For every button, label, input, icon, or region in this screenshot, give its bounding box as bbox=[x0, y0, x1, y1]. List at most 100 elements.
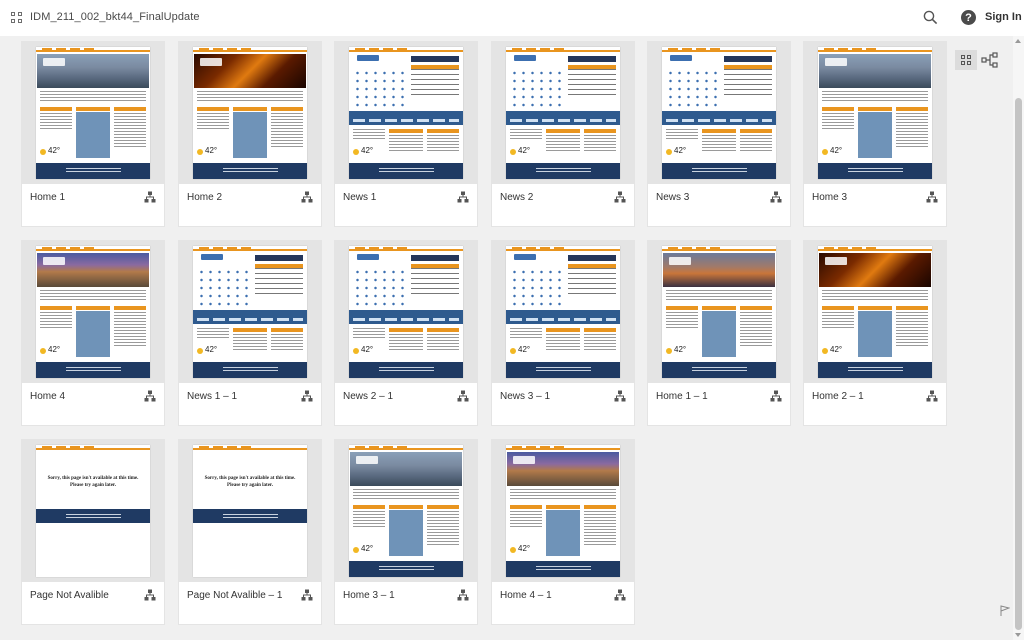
thumb-heading bbox=[427, 328, 459, 332]
flow-icon[interactable] bbox=[614, 390, 626, 402]
flow-icon[interactable] bbox=[457, 589, 469, 601]
artboard-thumbnail-area[interactable]: 42° bbox=[648, 241, 790, 383]
grid-view-icon[interactable] bbox=[955, 50, 977, 70]
feedback-flag-icon[interactable] bbox=[1000, 605, 1010, 617]
artboard-thumbnail[interactable]: 42° bbox=[506, 445, 620, 577]
artboard-card[interactable]: 42° Home 2 bbox=[179, 42, 321, 226]
flow-icon[interactable] bbox=[301, 390, 313, 402]
artboard-thumbnail[interactable]: 42° bbox=[349, 246, 463, 378]
thumb-footer bbox=[193, 509, 307, 523]
flow-icon[interactable] bbox=[926, 390, 938, 402]
flow-icon[interactable] bbox=[144, 390, 156, 402]
scroll-down-arrow-icon[interactable] bbox=[1015, 633, 1021, 637]
artboard-thumbnail[interactable]: 42° bbox=[662, 246, 776, 378]
artboard-thumbnail-area[interactable]: 42° bbox=[335, 440, 477, 582]
artboard-thumbnail-area[interactable]: 42° bbox=[804, 241, 946, 383]
artboard-thumbnail[interactable]: 42° bbox=[36, 246, 150, 378]
flow-icon[interactable] bbox=[301, 191, 313, 203]
thumb-temperature: 42° bbox=[674, 345, 687, 354]
flow-view-icon[interactable] bbox=[981, 52, 999, 68]
thumb-footer bbox=[506, 362, 620, 378]
thumb-weather-icon bbox=[197, 149, 203, 155]
flow-icon[interactable] bbox=[614, 589, 626, 601]
artboard-thumbnail[interactable]: 42° bbox=[349, 47, 463, 179]
artboard-card[interactable]: 42° News 3 bbox=[648, 42, 790, 226]
artboard-thumbnail-area[interactable]: 42° bbox=[492, 440, 634, 582]
flow-icon[interactable] bbox=[770, 390, 782, 402]
artboard-label: Home 2 – 1 bbox=[812, 391, 864, 402]
artboard-thumbnail-area[interactable]: 42° bbox=[22, 241, 164, 383]
vertical-scrollbar[interactable] bbox=[1013, 36, 1024, 640]
artboard-thumbnail-area[interactable]: 42° bbox=[804, 42, 946, 184]
artboard-card[interactable]: 42° News 3 – 1 bbox=[492, 241, 634, 425]
flow-icon[interactable] bbox=[457, 390, 469, 402]
artboard-card[interactable]: 42° Home 1 – 1 bbox=[648, 241, 790, 425]
thumb-heading bbox=[740, 306, 772, 310]
artboard-thumbnail-area[interactable]: 42° bbox=[179, 241, 321, 383]
flow-icon[interactable] bbox=[614, 191, 626, 203]
artboard-thumbnail[interactable]: 42° bbox=[662, 47, 776, 179]
artboard-thumbnail-area[interactable]: 42° bbox=[648, 42, 790, 184]
thumb-calendar bbox=[197, 268, 251, 308]
artboard-card[interactable]: 42° Home 3 – 1 bbox=[335, 440, 477, 624]
artboard-card[interactable]: Sorry, this page isn't available at this… bbox=[22, 440, 164, 624]
artboard-thumbnail[interactable]: 42° bbox=[193, 246, 307, 378]
artboard-card[interactable]: 42° Home 1 bbox=[22, 42, 164, 226]
artboard-card[interactable]: 42° News 1 bbox=[335, 42, 477, 226]
thumb-events-band bbox=[193, 310, 307, 324]
artboard-thumbnail[interactable]: Sorry, this page isn't available at this… bbox=[36, 445, 150, 577]
thumb-text bbox=[197, 113, 229, 131]
thumb-nav bbox=[818, 47, 932, 52]
flow-icon[interactable] bbox=[301, 589, 313, 601]
thumb-events-box bbox=[858, 311, 892, 357]
help-icon[interactable]: ? bbox=[961, 10, 976, 25]
artboard-card[interactable]: 42° Home 3 bbox=[804, 42, 946, 226]
artboard-thumbnail-area[interactable]: 42° bbox=[179, 42, 321, 184]
search-icon[interactable] bbox=[923, 10, 938, 25]
artboard-card[interactable]: Sorry, this page isn't available at this… bbox=[179, 440, 321, 624]
thumb-heading bbox=[40, 306, 72, 310]
flow-icon[interactable] bbox=[770, 191, 782, 203]
flow-icon[interactable] bbox=[457, 191, 469, 203]
thumb-text bbox=[40, 91, 146, 103]
artboard-card[interactable]: 42° Home 4 – 1 bbox=[492, 440, 634, 624]
thumb-weather-icon bbox=[822, 348, 828, 354]
scroll-up-arrow-icon[interactable] bbox=[1015, 39, 1021, 43]
artboard-card[interactable]: 42° Home 2 – 1 bbox=[804, 241, 946, 425]
artboard-card[interactable]: 42° News 2 bbox=[492, 42, 634, 226]
artboard-card[interactable]: 42° News 1 – 1 bbox=[179, 241, 321, 425]
thumb-text bbox=[724, 69, 772, 99]
artboard-thumbnail-area[interactable]: 42° bbox=[335, 42, 477, 184]
thumb-text bbox=[822, 113, 854, 131]
artboard-thumbnail-area[interactable]: 42° bbox=[492, 241, 634, 383]
artboard-card[interactable]: 42° Home 4 bbox=[22, 241, 164, 425]
thumb-text bbox=[411, 69, 459, 99]
thumb-text bbox=[40, 113, 72, 131]
thumb-weather-icon bbox=[510, 547, 516, 553]
artboard-thumbnail[interactable]: 42° bbox=[36, 47, 150, 179]
thumb-heading bbox=[233, 328, 267, 332]
flow-icon[interactable] bbox=[926, 191, 938, 203]
artboard-thumbnail[interactable]: Sorry, this page isn't available at this… bbox=[193, 445, 307, 577]
artboard-thumbnail-area[interactable]: Sorry, this page isn't available at this… bbox=[22, 440, 164, 582]
thumb-heading bbox=[822, 107, 854, 111]
scrollbar-thumb[interactable] bbox=[1015, 98, 1022, 630]
artboard-thumbnail[interactable]: 42° bbox=[506, 246, 620, 378]
artboard-thumbnail[interactable]: 42° bbox=[818, 246, 932, 378]
flow-icon[interactable] bbox=[144, 589, 156, 601]
thumb-events-box bbox=[546, 510, 580, 556]
artboard-thumbnail-area[interactable]: 42° bbox=[492, 42, 634, 184]
flow-icon[interactable] bbox=[144, 191, 156, 203]
artboard-thumbnail[interactable]: 42° bbox=[193, 47, 307, 179]
artboard-card[interactable]: 42° News 2 – 1 bbox=[335, 241, 477, 425]
artboard-thumbnail[interactable]: 42° bbox=[506, 47, 620, 179]
apps-grid-icon[interactable] bbox=[11, 12, 22, 23]
artboard-thumbnail-area[interactable]: 42° bbox=[22, 42, 164, 184]
artboard-thumbnail-area[interactable]: Sorry, this page isn't available at this… bbox=[179, 440, 321, 582]
sign-in-link[interactable]: Sign In bbox=[985, 11, 1022, 23]
thumb-text bbox=[510, 511, 542, 529]
thumb-temperature: 42° bbox=[674, 146, 687, 155]
artboard-thumbnail[interactable]: 42° bbox=[349, 445, 463, 577]
artboard-thumbnail-area[interactable]: 42° bbox=[335, 241, 477, 383]
artboard-thumbnail[interactable]: 42° bbox=[818, 47, 932, 179]
